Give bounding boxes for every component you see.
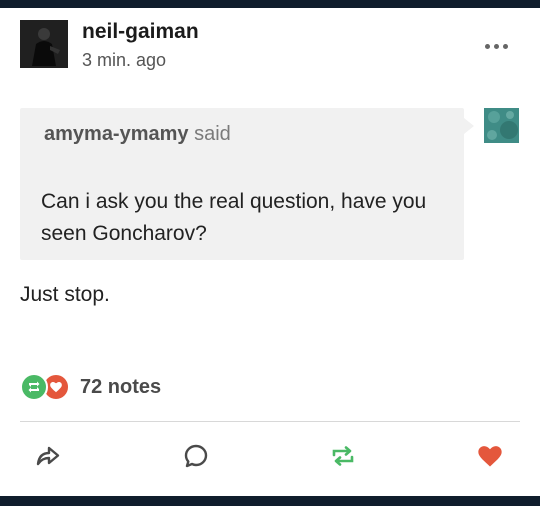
notes-reblog-icon xyxy=(20,373,48,401)
reply-icon xyxy=(184,444,208,468)
like-button[interactable] xyxy=(475,441,505,471)
quoted-message: amyma-ymamy said Can i ask you the real … xyxy=(20,108,474,260)
reblog-icon xyxy=(332,446,354,466)
top-frame-bar xyxy=(0,0,540,8)
action-divider xyxy=(20,421,520,422)
notes-summary[interactable]: 72 notes xyxy=(20,373,161,401)
reply-button[interactable] xyxy=(181,441,211,471)
share-icon xyxy=(36,446,60,466)
more-options-icon xyxy=(484,43,490,49)
reblog-button[interactable] xyxy=(328,441,358,471)
share-button[interactable] xyxy=(33,441,63,471)
bottom-frame-bar xyxy=(0,496,540,506)
heart-icon xyxy=(478,446,502,467)
post-username[interactable]: neil-gaiman xyxy=(82,20,199,44)
avatar[interactable] xyxy=(20,20,68,68)
quote-header: amyma-ymamy said xyxy=(44,123,231,146)
quote-said-label: said xyxy=(194,123,231,145)
quote-text: Can i ask you the real question, have yo… xyxy=(41,190,427,245)
post-timestamp[interactable]: 3 min. ago xyxy=(82,50,166,71)
quoted-user-avatar[interactable] xyxy=(484,108,519,143)
reply-text: Just stop. xyxy=(20,283,110,306)
notes-count[interactable]: 72 notes xyxy=(80,376,161,399)
quote-author-link[interactable]: amyma-ymamy xyxy=(44,123,189,145)
more-options-button[interactable] xyxy=(478,35,514,57)
